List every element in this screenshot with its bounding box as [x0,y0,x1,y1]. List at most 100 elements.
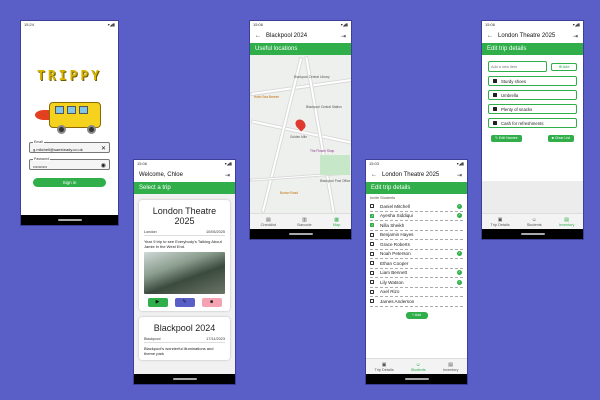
student-name: James Anderson [380,298,415,304]
student-checkbox[interactable]: ✓ [370,223,374,228]
map-label: Hotel Sea Breeze [254,95,279,99]
inventory-item[interactable]: Plenty of snacks [488,104,577,114]
delete-button[interactable]: ■ [201,298,222,307]
nav-checklist[interactable]: ▤ Checklist [261,217,276,227]
signal-icon: ▾◢▮ [340,22,348,27]
bottom-nav: ▣ Trip Details ☺ Students ▤ Inventory [366,358,467,374]
student-name: Ayesha Siddiqui [380,213,413,219]
system-nav-bar [134,374,235,384]
nav-students[interactable]: ☺ Students [411,362,426,372]
trip-meta: London 10/05/2025 [144,230,225,236]
nav-inventory[interactable]: ▤ Inventory [443,362,459,372]
student-row[interactable]: Ethan Cooper [370,259,463,269]
item-label: Plenty of snacks [501,106,533,112]
student-checkbox[interactable] [370,270,374,275]
item-icon [493,121,497,125]
email-value: g.mitchell@sambeady.co.uk [33,147,83,152]
inventory-item[interactable]: Umbrella [488,90,577,100]
section-header: Useful locations [250,43,351,55]
student-checkbox[interactable] [370,232,374,237]
student-checkbox[interactable] [370,204,374,209]
edit-names-button[interactable]: ✎ Edit Names [491,135,522,142]
bottom-nav: ▣ Trip Details ☺ Students ▤ Inventory [482,213,583,229]
student-checkbox[interactable]: ✓ [370,213,374,218]
clear-icon[interactable]: ✕ [101,145,106,152]
student-row[interactable]: Daniel Mitchell ✓ [370,202,463,212]
student-checkbox[interactable] [370,242,374,247]
add-item-button[interactable]: ⊕ Add [551,62,577,71]
back-arrow-icon[interactable]: ← [371,172,377,178]
trip-title: London Theatre 2025 [152,206,217,226]
student-name: Nilla Sheikh [380,222,405,228]
bus-window [78,106,88,114]
home-handle[interactable] [404,378,429,380]
status-time: 15:06 [253,22,264,27]
eye-icon[interactable]: ◉ [101,162,106,169]
map-view[interactable]: Blackpool Central Library Hotel Sea Bree… [250,55,351,215]
back-arrow-icon[interactable]: ← [487,33,493,39]
item-label: Cash for refreshments [501,120,544,126]
signal-icon: ▾◢▮ [456,161,464,166]
play-button[interactable]: ▶ [147,298,168,307]
trip-card[interactable]: Blackpool 2024 Blackpool 17/11/2023 Blac… [139,317,230,360]
student-checkbox[interactable] [370,251,374,256]
app-bar: ← London Theatre 2025 ⇥ [482,29,583,43]
logout-icon[interactable]: ⇥ [225,172,230,179]
student-checkbox[interactable] [370,299,374,304]
trip-date: 17/11/2023 [206,337,225,341]
home-handle[interactable] [57,219,82,221]
logout-icon[interactable]: ⇥ [341,33,346,40]
nav-barcode[interactable]: ▥ Barcode [297,217,311,227]
nav-label: Trip Details [490,222,510,227]
student-checkbox[interactable] [370,261,374,266]
student-row[interactable]: Lily Watson ✓ [370,278,463,288]
student-row[interactable]: Grace Roberts [370,240,463,250]
student-row[interactable]: James Anderson [370,297,463,307]
inventory-item[interactable]: Cash for refreshments [488,118,577,128]
inventory-item[interactable]: Sturdy shoes [488,76,577,86]
student-row[interactable]: ✓ Nilla Sheikh [370,221,463,231]
edit-button[interactable]: ✎ [174,298,195,307]
trip-card[interactable]: London Theatre 2025 London 10/05/2025 Ye… [139,200,230,311]
signin-button[interactable]: Sign in [33,178,106,187]
student-name: Grace Roberts [380,241,410,247]
student-name: Noah Peterson [380,251,411,257]
password-field[interactable]: Password •••••••••• ◉ [29,157,110,170]
app-bar: ← Blackpool 2024 ⇥ [250,29,351,43]
status-time: 15:03 [369,161,380,166]
student-row[interactable]: Liam Bennett ✓ [370,269,463,278]
logout-icon[interactable]: ⇥ [573,33,578,40]
logout-icon[interactable]: ⇥ [457,172,462,179]
student-row[interactable]: Noah Peterson ✓ [370,250,463,259]
section-header: Select a trip [134,182,235,194]
student-checkbox[interactable] [370,280,374,285]
student-row[interactable]: Axel Rizo [370,288,463,297]
bus-wheel [86,125,96,134]
bus-illustration [34,94,105,136]
home-handle[interactable] [172,378,197,380]
status-time: 15:24 [24,22,35,27]
student-name: Axel Rizo [380,289,400,295]
item-icon [493,107,497,111]
clear-list-label: Clear List [554,136,570,140]
student-checkbox[interactable] [370,289,374,294]
nav-students[interactable]: ☺ Students [527,217,542,227]
new-item-input[interactable]: Add a new item [488,61,547,72]
trip-location: Blackpool [144,337,161,341]
home-handle[interactable] [288,233,313,235]
student-row[interactable]: Benjamin Hayes [370,231,463,240]
status-time: 15:06 [485,22,496,27]
student-row[interactable]: ✓ Ayesha Siddiqui ✓ [370,212,463,221]
clear-list-button[interactable]: ■ Clear List [547,135,574,142]
nav-trip-details[interactable]: ▣ Trip Details [491,217,510,227]
nav-trip-details[interactable]: ▣ Trip Details [375,362,394,372]
back-arrow-icon[interactable]: ← [255,33,261,39]
inventory-screen: 15:06 ▾◢▮ ← London Theatre 2025 ⇥ Edit tri… [481,20,584,240]
email-field[interactable]: Email g.mitchell@sambeady.co.uk ✕ [29,140,110,153]
trip-location: London [144,230,157,234]
add-student-button[interactable]: + Add [405,311,428,319]
home-handle[interactable] [520,233,545,235]
nav-map[interactable]: ▦ Map [333,217,340,227]
nav-inventory[interactable]: ▤ Inventory [559,217,575,227]
empty-area [482,181,583,213]
